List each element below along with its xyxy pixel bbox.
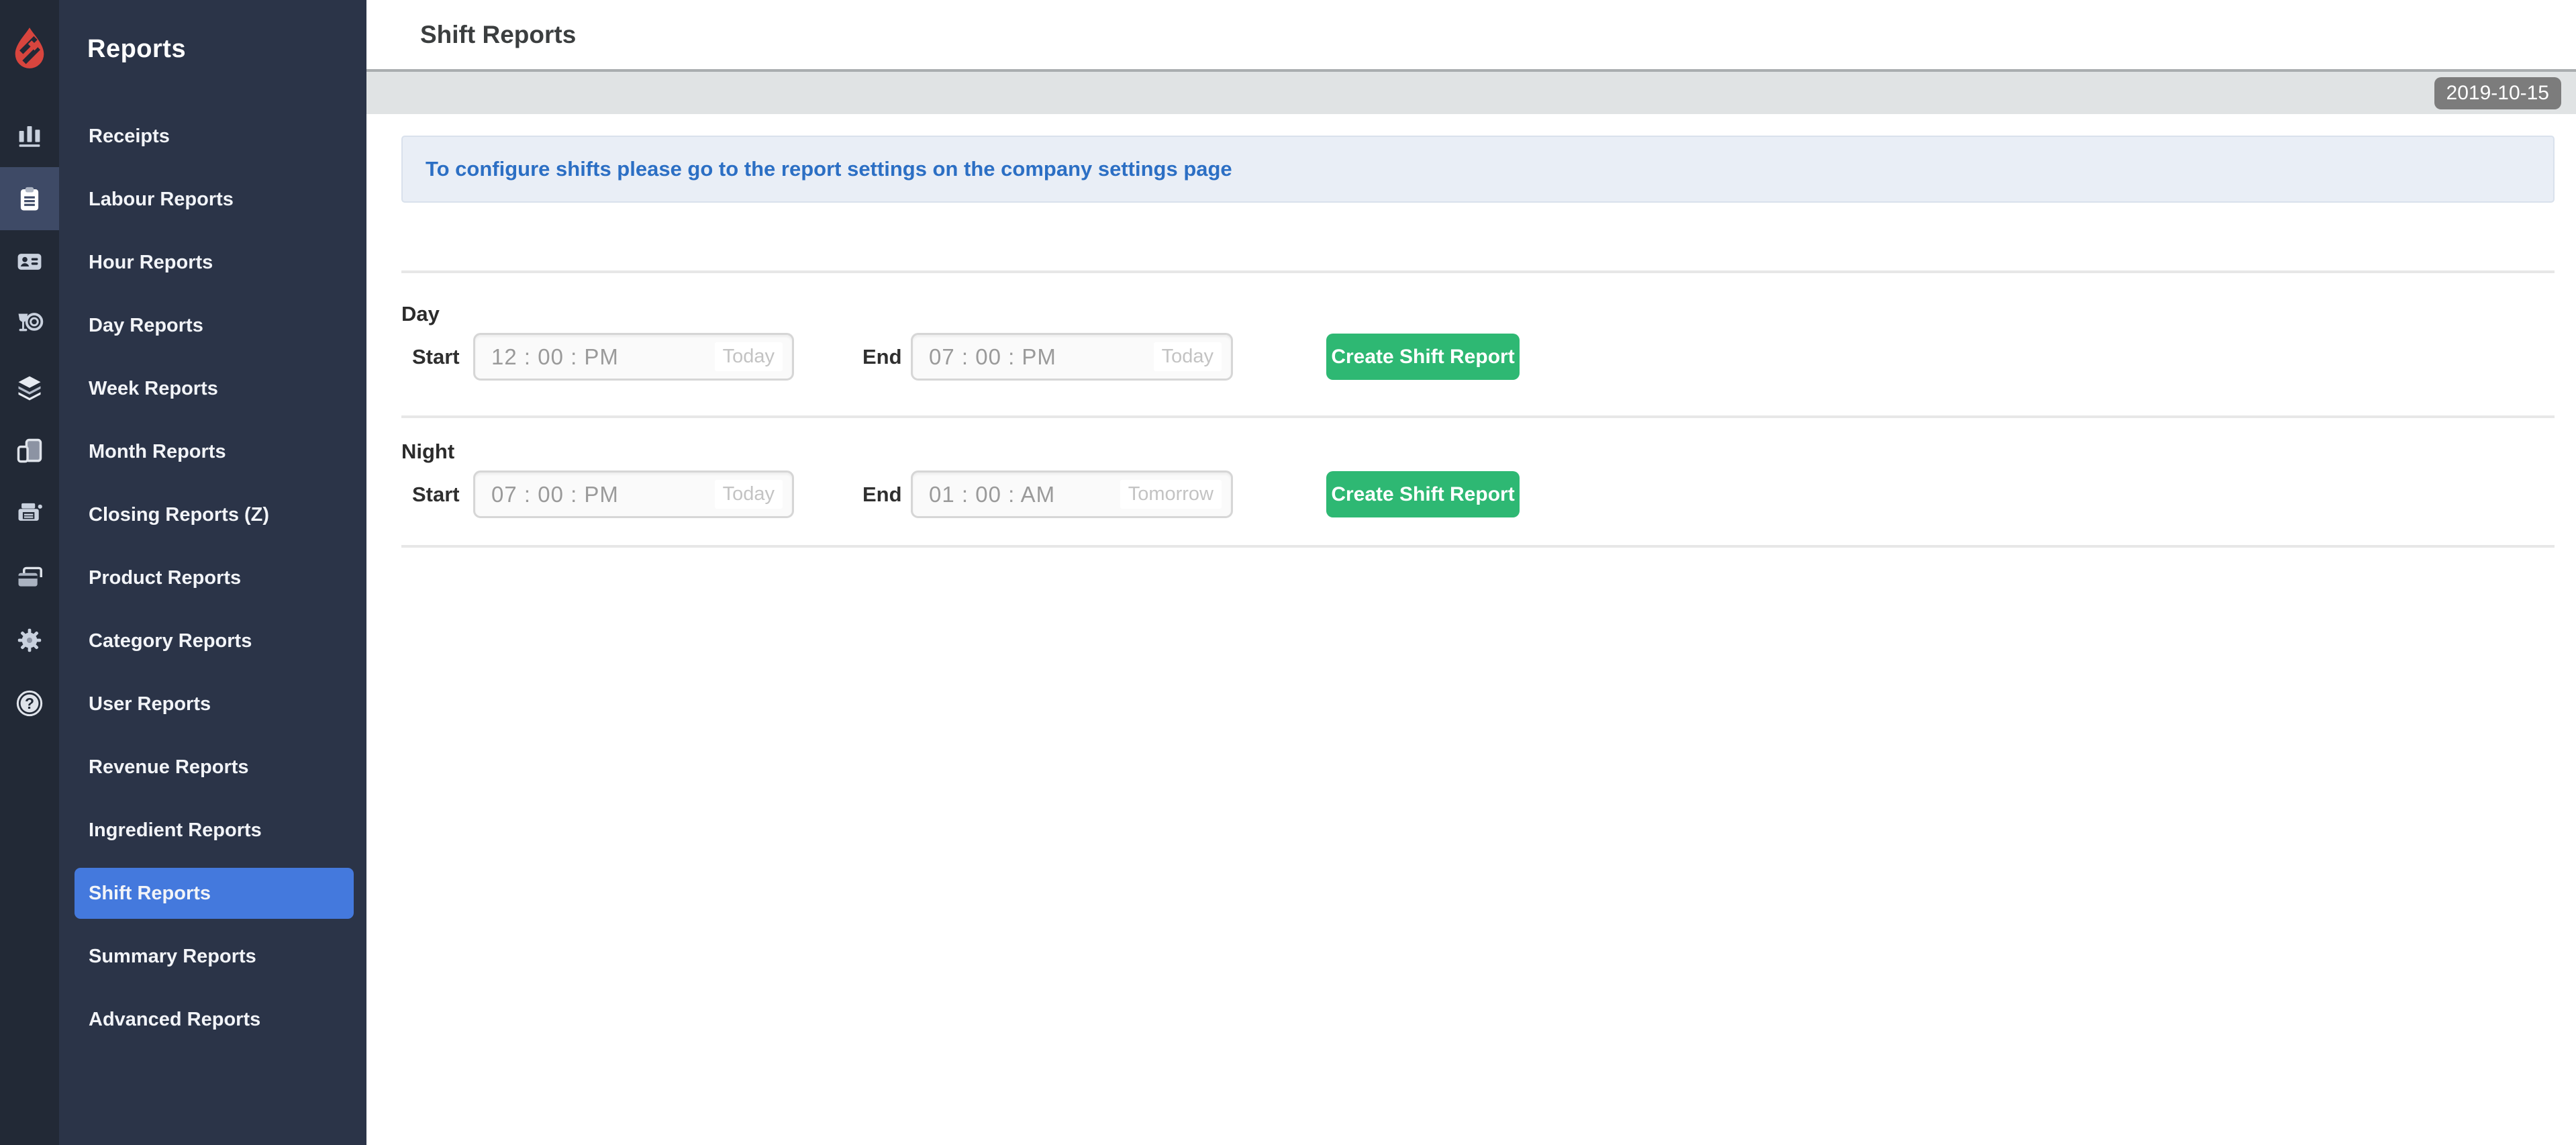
rail-icon-list: ?	[0, 104, 59, 735]
sidebar-item-month-reports[interactable]: Month Reports	[59, 420, 366, 483]
divider	[401, 545, 2555, 548]
sidebar-item-closing-reports-z[interactable]: Closing Reports (Z)	[59, 483, 366, 546]
reports-clipboard-icon[interactable]	[0, 167, 59, 230]
date-toolbar: 2019-10-15	[366, 69, 2576, 114]
day-create-shift-report-button[interactable]: Create Shift Report	[1326, 334, 1520, 380]
sidebar-item-category-reports[interactable]: Category Reports	[59, 609, 366, 673]
page-header: Shift Reports	[366, 0, 2576, 69]
night-start-time-input[interactable]: 07 : 00 : PM Today	[473, 470, 794, 518]
day-start-label: Start	[412, 344, 460, 368]
night-start-time-value: 07 : 00 : PM	[491, 481, 619, 507]
configure-shifts-notice: To configure shifts please go to the rep…	[401, 136, 2555, 203]
bar-chart-icon[interactable]	[0, 104, 59, 167]
devices-icon[interactable]	[0, 419, 59, 483]
night-shift-row: Start 07 : 00 : PM Today End 01 : 00 : A…	[401, 470, 2555, 518]
night-start-label: Start	[412, 482, 460, 506]
day-end-time-value: 07 : 00 : PM	[929, 344, 1056, 369]
night-end-day-chip: Tomorrow	[1120, 480, 1222, 509]
sidebar-item-labour-reports[interactable]: Labour Reports	[59, 168, 366, 231]
sidebar-item-summary-reports[interactable]: Summary Reports	[59, 925, 366, 988]
dining-icon[interactable]	[0, 293, 59, 356]
night-section-heading: Night	[401, 440, 455, 463]
sidebar-item-user-reports[interactable]: User Reports	[59, 673, 366, 736]
lightspeed-logo	[0, 27, 59, 70]
day-section-heading: Day	[401, 302, 440, 326]
day-start-time-value: 12 : 00 : PM	[491, 344, 619, 369]
settings-gear-icon[interactable]	[0, 609, 59, 672]
sidebar-item-ingredient-reports[interactable]: Ingredient Reports	[59, 799, 366, 862]
content: To configure shifts please go to the rep…	[366, 136, 2576, 548]
help-icon[interactable]: ?	[0, 672, 59, 735]
divider	[401, 415, 2555, 418]
sidebar-item-revenue-reports[interactable]: Revenue Reports	[59, 736, 366, 799]
night-end-label: End	[862, 482, 902, 506]
configure-shifts-link[interactable]: To configure shifts please go to the rep…	[426, 157, 1232, 181]
icon-rail: ?	[0, 0, 59, 1145]
main-area: Shift Reports 2019-10-15 To configure sh…	[366, 0, 2576, 1145]
credit-cards-icon[interactable]	[0, 546, 59, 609]
flame-logo-icon	[15, 28, 44, 68]
day-end-label: End	[862, 344, 902, 368]
sidebar-menu-items: Receipts Labour Reports Hour Reports Day…	[59, 105, 366, 1051]
sidebar-menu: Reports Receipts Labour Reports Hour Rep…	[59, 0, 366, 1145]
day-start-time-input[interactable]: 12 : 00 : PM Today	[473, 333, 794, 381]
sidebar-item-week-reports[interactable]: Week Reports	[59, 357, 366, 420]
id-card-icon[interactable]	[0, 230, 59, 293]
sidebar-title: Reports	[87, 35, 187, 63]
sidebar-item-advanced-reports[interactable]: Advanced Reports	[59, 988, 366, 1051]
divider	[401, 270, 2555, 273]
sidebar-item-receipts[interactable]: Receipts	[59, 105, 366, 168]
printer-icon[interactable]	[0, 483, 59, 546]
date-badge: 2019-10-15	[2434, 77, 2561, 109]
night-end-time-input[interactable]: 01 : 00 : AM Tomorrow	[911, 470, 1233, 518]
layers-icon[interactable]	[0, 356, 59, 419]
day-end-time-input[interactable]: 07 : 00 : PM Today	[911, 333, 1233, 381]
page-title: Shift Reports	[420, 20, 577, 48]
sidebar-item-shift-reports-selected[interactable]: Shift Reports	[75, 868, 354, 919]
sidebar-item-hour-reports[interactable]: Hour Reports	[59, 231, 366, 294]
sidebar: ? Reports Receipts Labour Reports Hour R…	[0, 0, 366, 1145]
night-create-shift-report-button[interactable]: Create Shift Report	[1326, 471, 1520, 517]
night-end-time-value: 01 : 00 : AM	[929, 481, 1056, 507]
sidebar-item-day-reports[interactable]: Day Reports	[59, 294, 366, 357]
day-start-day-chip: Today	[714, 342, 783, 371]
night-start-day-chip: Today	[714, 480, 783, 509]
day-end-day-chip: Today	[1153, 342, 1222, 371]
sidebar-item-product-reports[interactable]: Product Reports	[59, 546, 366, 609]
day-shift-row: Start 12 : 00 : PM Today End 07 : 00 : P…	[401, 333, 2555, 381]
svg-text:?: ?	[25, 695, 34, 712]
